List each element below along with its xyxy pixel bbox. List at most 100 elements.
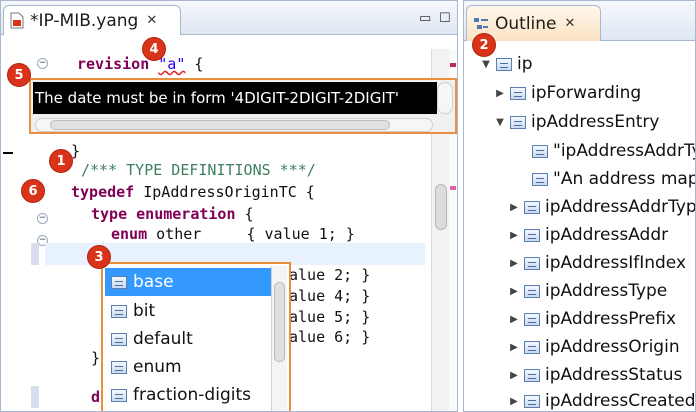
completion-item[interactable]: fraction-digits <box>105 381 273 409</box>
tree-item-label: ipAddressAddr <box>545 225 669 245</box>
tooltip-vertical-scrollbar[interactable] <box>437 82 453 114</box>
element-icon <box>532 144 548 158</box>
outline-tab-title: Outline <box>495 13 557 34</box>
tree-item-label: ipAddressPrefix <box>545 309 677 329</box>
tree-item[interactable]: ▶ ipForwarding <box>494 79 641 107</box>
element-icon <box>524 200 540 214</box>
tree-item-label: ipForwarding <box>531 83 642 103</box>
element-icon <box>524 228 540 242</box>
expand-icon[interactable]: ▶ <box>508 258 520 269</box>
hover-tooltip: The date must be in form '4DIGIT-2DIGIT-… <box>29 78 457 134</box>
element-icon <box>524 340 540 354</box>
editor-tab-title: *IP-MIB.yang <box>30 10 139 31</box>
scroll-thumb[interactable] <box>50 120 390 130</box>
error-marker[interactable] <box>450 63 456 67</box>
minimize-icon[interactable]: ▭ <box>419 11 431 26</box>
code-keyword: type enumeration <box>91 205 236 223</box>
collapse-icon[interactable]: ▼ <box>480 59 492 70</box>
tree-item-label: "ipAddressAddrTy <box>553 141 696 161</box>
code-keyword: typedef <box>71 183 135 201</box>
code-keyword: d <box>91 388 101 406</box>
scroll-thumb[interactable] <box>435 184 447 230</box>
code-line: alue 2; } <box>289 266 371 284</box>
code-text: { <box>185 55 204 73</box>
element-icon <box>524 312 540 326</box>
expand-icon[interactable]: ▶ <box>508 286 520 297</box>
tab-close-icon[interactable]: ✕ <box>565 16 576 31</box>
collapse-icon[interactable]: ▼ <box>494 117 506 128</box>
tree-item-label: ipAddressEntry <box>531 112 660 132</box>
code-line: revision "a" { <box>77 53 203 75</box>
element-icon <box>111 388 127 402</box>
element-icon <box>524 368 540 382</box>
completion-item[interactable]: bit <box>105 297 273 325</box>
element-icon <box>111 332 127 346</box>
outline-tabbar: Outline ✕ <box>464 1 695 41</box>
code-line: typedef IpAddressOriginTC { <box>71 181 315 203</box>
callout-marker: 1 <box>49 149 73 173</box>
tree-item[interactable]: ▶ ipAddressType <box>508 277 667 305</box>
quick-diff-marker <box>31 243 39 265</box>
callout-marker: 3 <box>87 245 111 269</box>
completion-scrollbar[interactable] <box>271 266 287 411</box>
outline-pane: Outline ✕ ▼ ip ▶ ipForwarding ▼ ipAddressEn… <box>463 0 696 412</box>
scroll-thumb[interactable] <box>274 282 285 362</box>
callout-marker: 4 <box>142 37 166 61</box>
callout-marker: 5 <box>7 63 31 87</box>
expand-icon[interactable]: ▶ <box>508 396 520 407</box>
tree-item[interactable]: ▶ ipAddressPrefix <box>508 305 676 333</box>
warning-marker[interactable] <box>450 186 456 190</box>
tree-item-label: ipAddressStatus <box>545 365 683 385</box>
code-comment: /*** TYPE DEFINITIONS ***/ <box>81 161 316 179</box>
expand-icon[interactable]: ▶ <box>508 230 520 241</box>
tooltip-text: The date must be in form '4DIGIT-2DIGIT-… <box>33 82 437 114</box>
expand-icon[interactable]: ▶ <box>508 342 520 353</box>
completion-item[interactable]: enum <box>105 353 273 381</box>
editor-tab[interactable]: *IP-MIB.yang ✕ <box>3 5 181 35</box>
tree-item[interactable]: ▶ ipAddressAddr <box>508 221 668 249</box>
code-text: IpAddressOriginTC { <box>134 183 315 201</box>
expand-icon[interactable]: ▶ <box>508 314 520 325</box>
expand-icon[interactable]: ▶ <box>508 202 520 213</box>
tree-item[interactable]: "An address mappi <box>516 165 695 193</box>
tree-item[interactable]: ▶ ipAddressCreated <box>508 387 696 411</box>
element-icon <box>524 394 540 408</box>
element-icon <box>111 360 127 374</box>
tree-item[interactable]: ▶ ipAddressAddrTyp <box>508 193 695 221</box>
outline-view-icon <box>474 17 488 29</box>
completion-label: default <box>133 329 193 349</box>
callout-marker: 6 <box>21 179 45 203</box>
element-icon <box>111 275 127 289</box>
tooltip-horizontal-scrollbar[interactable] <box>35 118 433 132</box>
code-line: enum other { value 1; } <box>111 223 355 245</box>
yang-file-icon <box>10 12 24 29</box>
code-line: alue 4; } <box>289 287 371 305</box>
expand-icon[interactable]: ▶ <box>508 370 520 381</box>
code-line: alue 5; } <box>289 308 371 326</box>
completion-item[interactable]: default <box>105 325 273 353</box>
tree-item[interactable]: ▼ ipAddressEntry <box>494 108 659 136</box>
element-icon <box>524 256 540 270</box>
tree-item[interactable]: "ipAddressAddrTy <box>516 137 696 165</box>
element-icon <box>532 172 548 186</box>
content-assist-popup: base bit default enum fraction-digits <box>101 262 291 411</box>
completion-label: base <box>133 272 174 292</box>
tab-close-icon[interactable]: ✕ <box>146 13 157 28</box>
tree-item-label: ipAddressCreated <box>545 391 696 411</box>
completion-label: enum <box>133 357 182 377</box>
expand-icon[interactable]: ▶ <box>494 88 506 99</box>
completion-label: bit <box>133 301 156 321</box>
tree-item[interactable]: ▶ ipAddressStatus <box>508 361 682 389</box>
tree-item[interactable]: ▶ ipAddressIfIndex <box>508 249 686 277</box>
completion-item[interactable]: base <box>105 268 273 296</box>
element-icon <box>111 304 127 318</box>
tree-item-label: ipAddressIfIndex <box>545 253 687 273</box>
tree-item-label: ip <box>517 54 533 74</box>
element-icon <box>510 115 526 129</box>
maximize-icon[interactable]: ☐ <box>439 11 451 26</box>
element-icon <box>496 57 512 71</box>
code-keyword: revision <box>77 55 150 73</box>
completion-label: fraction-digits <box>133 385 251 405</box>
code-keyword: enum <box>111 225 148 243</box>
tree-item[interactable]: ▶ ipAddressOrigin <box>508 333 679 361</box>
